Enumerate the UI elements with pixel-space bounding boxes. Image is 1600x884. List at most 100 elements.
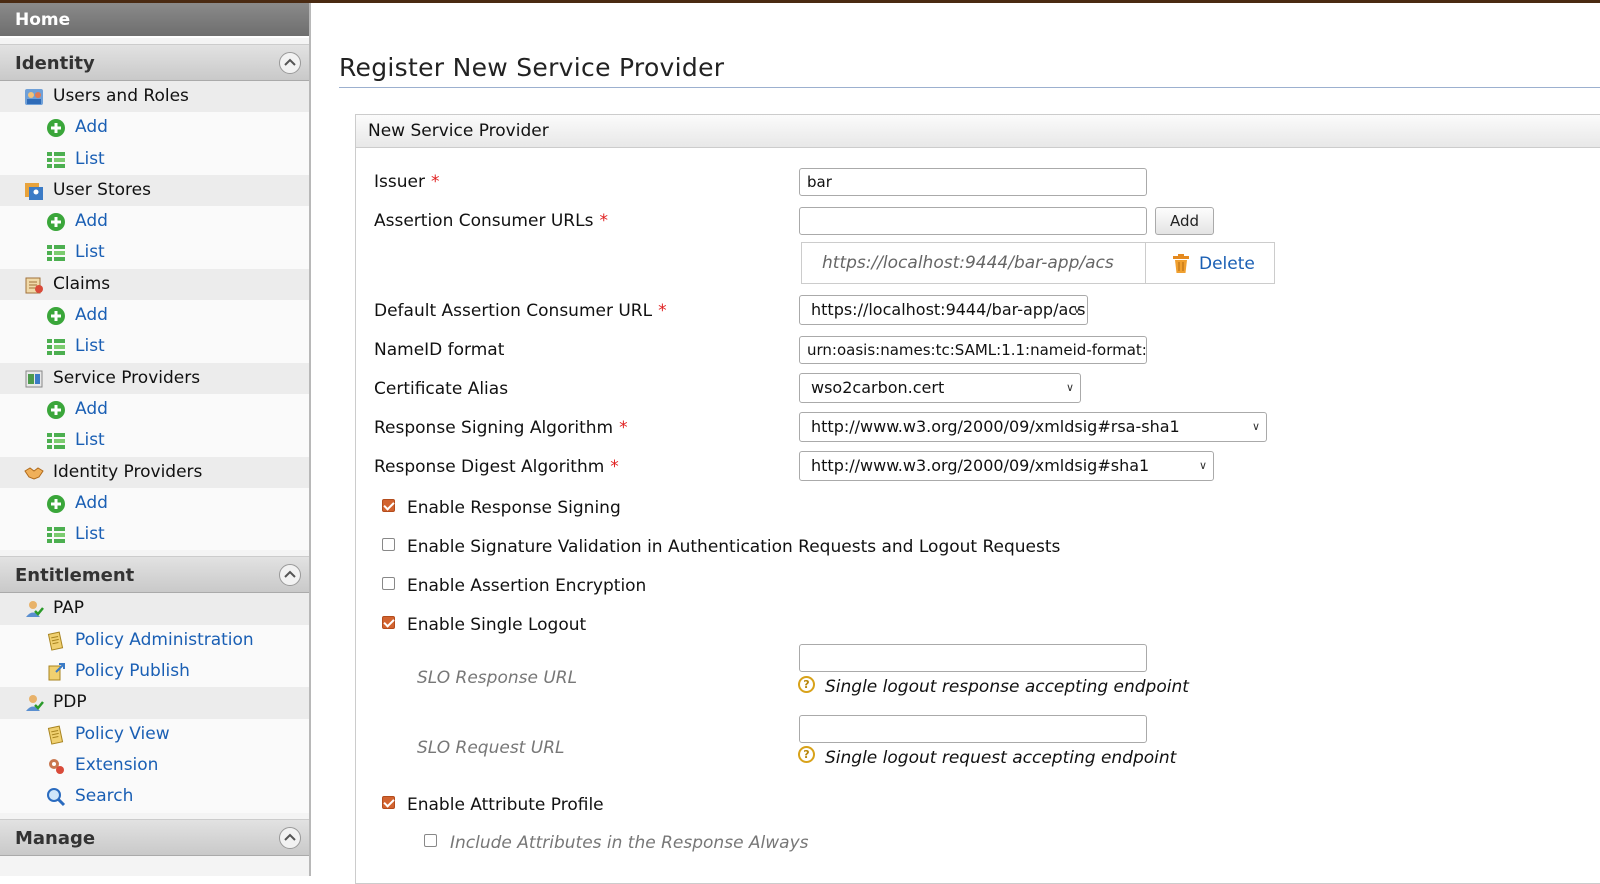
sidebar-item-label: List [75, 430, 105, 451]
acs-input[interactable] [799, 207, 1147, 235]
sidebar-item-idp-list[interactable]: List [0, 519, 309, 551]
digest-alg-label: Response Digest Algorithm * [374, 457, 619, 477]
sidebar-item-user-stores[interactable]: User Stores [0, 174, 309, 207]
sidebar-item-label: Extension [75, 754, 159, 775]
nameid-input[interactable]: urn:oasis:names:tc:SAML:1.1:nameid-forma… [799, 336, 1147, 364]
sidebar-item-pdp[interactable]: PDP [0, 687, 309, 719]
collapse-up-icon[interactable] [279, 52, 301, 74]
default-acs-value: https://localhost:9444/bar-app/acs [811, 300, 1086, 319]
section-entitlement[interactable]: Entitlement [0, 556, 309, 594]
sidebar-item-label: Search [75, 786, 134, 807]
sidebar-item-label: Add [75, 305, 108, 326]
help-icon: ? [798, 676, 815, 693]
sidebar-item-label: Policy Administration [75, 629, 254, 650]
sidebar-item-label: Policy View [75, 723, 170, 744]
acs-add-button[interactable]: Add [1155, 207, 1214, 235]
sidebar-item-label: Add [75, 117, 108, 138]
sidebar-item-label: User Stores [53, 179, 151, 200]
single-logout-checkbox[interactable] [382, 616, 395, 629]
acs-url-entry: https://localhost:9444/bar-app/acs [802, 243, 1146, 283]
signing-alg-select[interactable]: http://www.w3.org/2000/09/xmldsig#rsa-sh… [799, 412, 1267, 442]
slo-response-help: Single logout response accepting endpoin… [825, 677, 1189, 697]
slo-request-input[interactable] [799, 715, 1147, 743]
panel-title: New Service Provider [356, 115, 1600, 148]
attribute-profile-checkbox[interactable] [382, 796, 395, 809]
chevron-down-icon: ∨ [1072, 303, 1081, 316]
section-manage-title: Manage [15, 827, 96, 849]
sidebar-item-pap[interactable]: PAP [0, 593, 309, 625]
sidebar-home[interactable]: Home [0, 3, 309, 38]
handshake-icon [24, 466, 44, 480]
default-acs-label: Default Assertion Consumer URL * [374, 301, 667, 321]
service-providers-icon [25, 370, 43, 388]
chevron-down-icon: ∨ [1065, 381, 1074, 394]
sidebar-item-stores-add[interactable]: Add [0, 206, 309, 238]
response-signing-checkbox[interactable] [382, 499, 395, 512]
signing-alg-value: http://www.w3.org/2000/09/xmldsig#rsa-sh… [811, 417, 1180, 436]
sidebar-item-sp-list[interactable]: List [0, 425, 309, 457]
sidebar-item-claims-add[interactable]: Add [0, 300, 309, 332]
collapse-up-icon[interactable] [279, 564, 301, 587]
sidebar-item-users-add[interactable]: Add [0, 112, 309, 144]
add-icon [47, 213, 65, 232]
default-acs-select[interactable]: https://localhost:9444/bar-app/acs ∨ [799, 295, 1088, 325]
sidebar-item-label: Service Providers [53, 367, 201, 388]
add-icon [47, 119, 65, 138]
sidebar-item-search[interactable]: Search [0, 781, 309, 813]
issuer-label: Issuer * [374, 172, 440, 192]
acs-delete-button[interactable]: Delete [1146, 243, 1274, 283]
sidebar-item-service-providers[interactable]: Service Providers [0, 362, 309, 394]
title-divider [339, 87, 1600, 88]
nameid-label: NameID format [374, 340, 505, 360]
slo-response-input[interactable] [799, 644, 1147, 672]
slo-request-help: Single logout request accepting endpoint [825, 748, 1177, 768]
assertion-encryption-checkbox[interactable] [382, 577, 395, 590]
help-icon: ? [798, 746, 815, 763]
sidebar-item-stores-list[interactable]: List [0, 237, 309, 269]
sidebar-item-users-roles[interactable]: Users and Roles [0, 81, 309, 113]
list-icon [47, 245, 65, 262]
signature-validation-checkbox[interactable] [382, 538, 395, 551]
signature-validation-label: Enable Signature Validation in Authentic… [407, 537, 1061, 557]
sidebar-item-label: PDP [53, 692, 87, 713]
sidebar-item-label: Add [75, 492, 108, 513]
include-attributes-label: Include Attributes in the Response Alway… [450, 833, 809, 853]
issuer-input[interactable]: bar [799, 168, 1147, 196]
collapse-up-icon[interactable] [279, 826, 301, 849]
sidebar-item-users-list[interactable]: List [0, 143, 309, 175]
sidebar-item-claims-list[interactable]: List [0, 331, 309, 363]
sidebar-item-extension[interactable]: Extension [0, 749, 309, 782]
section-identity-title: Identity [15, 53, 95, 74]
trash-icon [1173, 254, 1189, 273]
extension-icon [49, 758, 64, 774]
users-roles-icon [25, 89, 43, 105]
sidebar-item-policy-administration[interactable]: Policy Administration [0, 624, 309, 657]
search-icon [47, 788, 66, 807]
section-manage[interactable]: Manage [0, 818, 309, 856]
sidebar-item-policy-view[interactable]: Policy View [0, 718, 309, 750]
acs-url-table: https://localhost:9444/bar-app/acs Delet… [801, 242, 1275, 284]
assertion-encryption-label: Enable Assertion Encryption [407, 576, 647, 596]
sidebar-item-label: Claims [53, 273, 111, 294]
sidebar-item-identity-providers[interactable]: Identity Providers [0, 456, 309, 488]
chevron-down-icon: ∨ [1251, 420, 1260, 433]
user-check-icon [26, 601, 44, 618]
section-identity[interactable]: Identity [0, 44, 309, 81]
sidebar-item-sp-add[interactable]: Add [0, 393, 309, 426]
cert-alias-select[interactable]: wso2carbon.cert ∨ [799, 373, 1081, 403]
response-signing-label: Enable Response Signing [407, 498, 621, 518]
sidebar-item-label: List [75, 524, 105, 545]
single-logout-label: Enable Single Logout [407, 615, 587, 635]
sidebar-item-idp-add[interactable]: Add [0, 487, 309, 520]
sidebar-item-claims[interactable]: Claims [0, 268, 309, 301]
sidebar-item-label: Add [75, 211, 108, 232]
user-stores-icon [25, 182, 43, 200]
sidebar-item-policy-publish[interactable]: Policy Publish [0, 656, 309, 688]
delete-label: Delete [1199, 254, 1255, 274]
digest-alg-select[interactable]: http://www.w3.org/2000/09/xmldsig#sha1 ∨ [799, 451, 1214, 481]
cert-alias-value: wso2carbon.cert [811, 378, 945, 397]
slo-response-label: SLO Response URL [417, 668, 578, 688]
publish-icon [48, 663, 65, 681]
scroll-icon [47, 725, 64, 745]
include-attributes-checkbox[interactable] [424, 834, 437, 847]
